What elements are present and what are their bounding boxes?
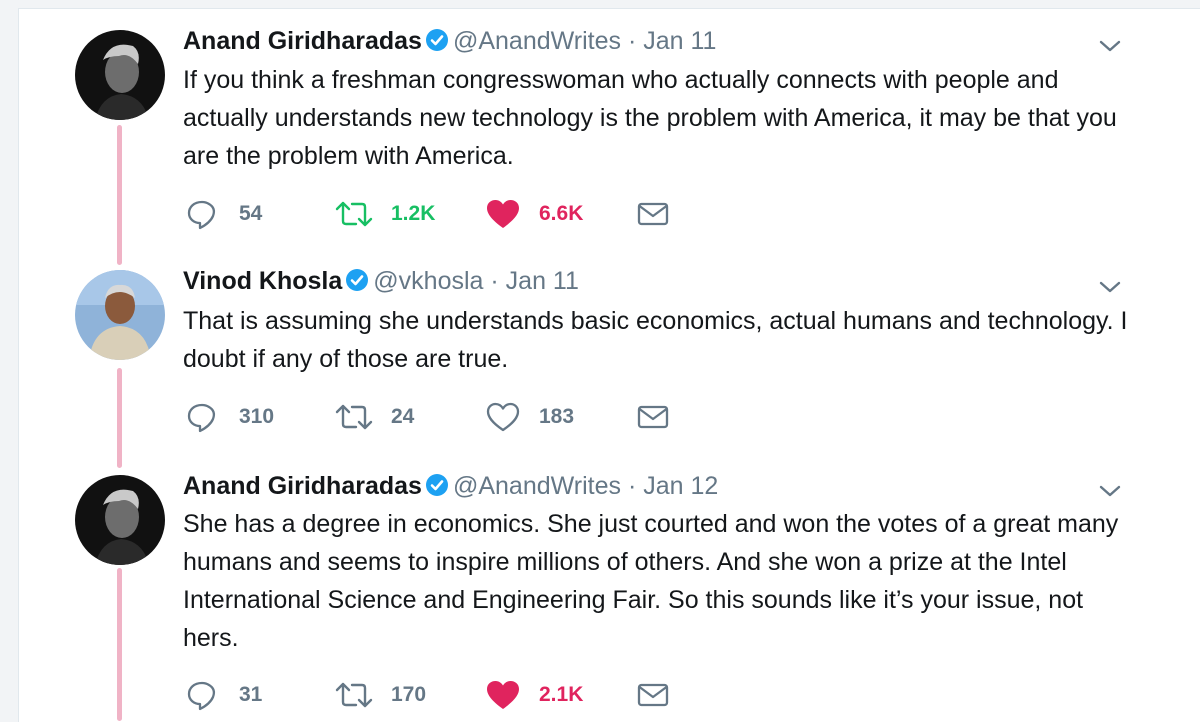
direct-message-button[interactable] [637, 677, 669, 713]
avatar[interactable] [75, 475, 165, 565]
reply-icon [185, 678, 219, 712]
direct-message-button[interactable] [637, 196, 669, 232]
like-button[interactable]: 183 [485, 399, 574, 435]
author-name[interactable]: Vinod Khosla [183, 267, 342, 295]
tweet-header: Vinod Khosla @vkhosla · Jan 11 [183, 267, 579, 299]
tweet-date[interactable]: Jan 11 [643, 27, 716, 55]
tweet-text: She has a degree in economics. She just … [183, 510, 1119, 652]
retweet-button[interactable]: 24 [335, 399, 414, 435]
tweet-date[interactable]: Jan 12 [643, 472, 718, 500]
heart-outline-icon [485, 401, 521, 433]
like-count: 183 [539, 405, 575, 428]
retweet-icon [335, 402, 373, 432]
like-button[interactable]: 6.6K [485, 196, 583, 232]
tweet-date[interactable]: Jan 11 [506, 267, 579, 295]
tweet-header: Anand Giridharadas @AnandWrites · Jan 12 [183, 472, 718, 504]
retweet-count: 170 [391, 683, 427, 706]
chevron-down-icon[interactable] [1097, 277, 1123, 297]
retweet-icon [335, 199, 373, 229]
verified-badge-icon [425, 473, 449, 504]
chevron-down-icon[interactable] [1097, 36, 1123, 56]
retweet-count: 1.2K [391, 202, 436, 225]
direct-message-icon [637, 404, 669, 430]
direct-message-icon [637, 201, 669, 227]
like-count: 2.1K [539, 683, 584, 706]
author-name[interactable]: Anand Giridharadas [183, 472, 422, 500]
retweet-button[interactable]: 1.2K [335, 196, 435, 232]
author-handle[interactable]: @AnandWrites [453, 27, 621, 55]
retweet-button[interactable]: 170 [335, 677, 426, 713]
tweet-actions: 31 170 2.1K [185, 677, 885, 713]
reply-button[interactable]: 54 [185, 196, 262, 232]
retweet-count: 24 [391, 405, 415, 428]
tweet[interactable]: Anand Giridharadas @AnandWrites · Jan 12 … [0, 460, 1200, 721]
tweet-actions: 54 1.2K 6.6K [185, 196, 885, 232]
reply-button[interactable]: 310 [185, 399, 274, 435]
like-count: 6.6K [539, 202, 584, 225]
tweet[interactable]: Anand Giridharadas @AnandWrites · Jan 11 … [0, 0, 1200, 250]
tweet-text: If you think a freshman congresswoman wh… [183, 66, 1117, 170]
separator-dot: · [490, 267, 499, 295]
reply-count: 310 [239, 405, 275, 428]
verified-badge-icon [425, 28, 449, 59]
reply-icon [185, 400, 219, 434]
direct-message-icon [637, 682, 669, 708]
heart-icon [485, 198, 521, 230]
retweet-icon [335, 680, 373, 710]
tweet-actions: 310 24 183 [185, 399, 885, 435]
author-handle[interactable]: @vkhosla [373, 267, 483, 295]
reply-count: 54 [239, 202, 263, 225]
tweet-text: That is assuming she understands basic e… [183, 307, 1128, 373]
author-handle[interactable]: @AnandWrites [453, 472, 621, 500]
like-button[interactable]: 2.1K [485, 677, 583, 713]
author-name[interactable]: Anand Giridharadas [183, 27, 422, 55]
direct-message-button[interactable] [637, 399, 669, 435]
verified-badge-icon [345, 268, 369, 299]
reply-button[interactable]: 31 [185, 677, 262, 713]
avatar[interactable] [75, 30, 165, 120]
avatar[interactable] [75, 270, 165, 360]
tweet-header: Anand Giridharadas @AnandWrites · Jan 11 [183, 27, 716, 59]
heart-icon [485, 679, 521, 711]
reply-count: 31 [239, 683, 263, 706]
separator-dot: · [627, 472, 637, 500]
separator-dot: · [627, 27, 637, 55]
chevron-down-icon[interactable] [1097, 481, 1123, 501]
reply-icon [185, 197, 219, 231]
tweet[interactable]: Vinod Khosla @vkhosla · Jan 11 That is as… [0, 250, 1200, 460]
